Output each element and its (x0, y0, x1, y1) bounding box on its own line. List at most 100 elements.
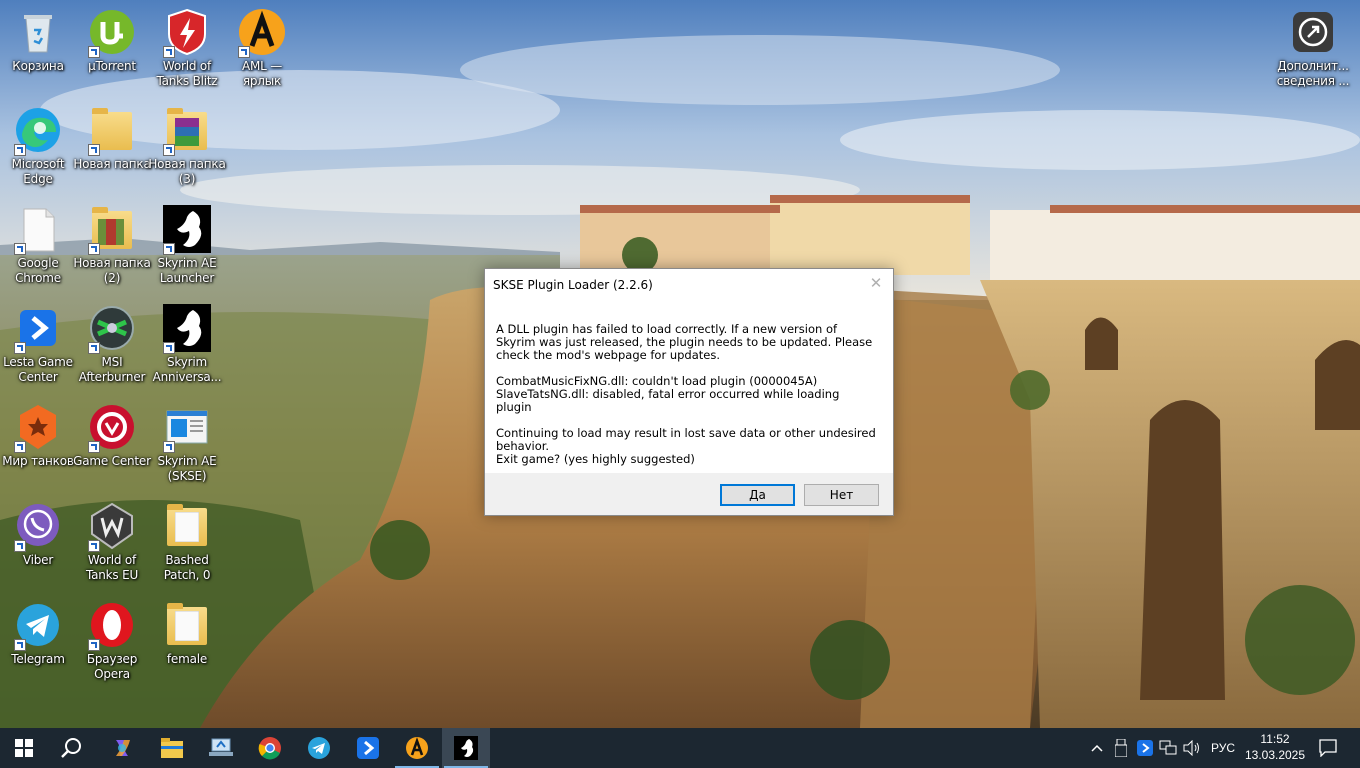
desktop-icon-aml[interactable]: AML — ярлык (224, 2, 300, 94)
desktop-icon-google-chrome[interactable]: Google Chrome (0, 199, 76, 291)
dialog-error-line: SlaveTatsNG.dll: disabled, fatal error o… (496, 387, 840, 414)
desktop-icon-bashed-patch[interactable]: Bashed Patch, 0 (149, 496, 225, 588)
desktop-icon-new-folder-2[interactable]: Новая папка (2) (73, 199, 151, 291)
desktop-icon-viber[interactable]: Viber (0, 496, 76, 588)
desktop-icon-wot-blitz[interactable]: World of Tanks Blitz (149, 2, 225, 94)
desktop-icon-additional-info[interactable]: Дополнит... сведения ... (1274, 2, 1352, 94)
chevron-up-icon (1091, 744, 1103, 752)
msi-afterburner-icon (88, 304, 136, 354)
archive-folder-icon (163, 106, 211, 156)
desktop-icon-utorrent[interactable]: µTorrent (74, 2, 150, 94)
shortcut-arrow-icon (163, 243, 175, 255)
shortcut-arrow-icon (88, 441, 100, 453)
show-hidden-icons-button[interactable] (1086, 728, 1108, 768)
desktop-icon-label: AML — ярлык (241, 59, 283, 88)
network-icon (1159, 740, 1177, 755)
taskbar-remote-desktop[interactable] (197, 728, 245, 768)
recycle-bin-icon (14, 8, 62, 56)
utorrent-icon (88, 8, 136, 58)
desktop: Корзина Microsoft Edge Google Chrome Les… (0, 0, 1360, 728)
usb-device-icon (1115, 739, 1127, 757)
dialog-error-list: CombatMusicFixNG.dll: couldn't load plug… (496, 375, 876, 414)
shortcut-arrow-icon (88, 144, 100, 156)
desktop-icon-telegram[interactable]: Telegram (0, 595, 76, 687)
taskbar-file-explorer[interactable] (148, 728, 196, 768)
desktop-icon-edge[interactable]: Microsoft Edge (0, 100, 76, 192)
desktop-icon-label: Мир танков (2, 454, 74, 468)
folder-icon (88, 106, 136, 156)
world-of-tanks-icon (88, 502, 136, 552)
start-icon (15, 739, 33, 757)
taskbar-copilot[interactable] (98, 728, 146, 768)
desktop-icon-label: Google Chrome (15, 256, 61, 285)
shortcut-arrow-icon (163, 342, 175, 354)
taskbar-skyrim[interactable] (442, 728, 490, 768)
desktop-icon-mir-tankov[interactable]: Мир танков (0, 397, 76, 489)
desktop-icon-label: Дополнит... сведения ... (1276, 59, 1350, 88)
shortcut-arrow-icon (163, 441, 175, 453)
shortcut-arrow-icon (88, 639, 100, 651)
shortcut-arrow-icon (14, 441, 26, 453)
desktop-icon-label: Новая папка (73, 157, 151, 171)
copilot-icon (116, 740, 130, 756)
taskbar-aml[interactable] (393, 728, 441, 768)
tray-lesta[interactable] (1134, 728, 1156, 768)
desktop-icon-female[interactable]: female (149, 595, 225, 687)
desktop-icon-skyrim-ae-skse[interactable]: Skyrim AE (SKSE) (149, 397, 225, 489)
clock-time: 11:52 (1260, 732, 1290, 746)
taskbar-lesta[interactable] (344, 728, 392, 768)
tray-language[interactable]: РУС (1206, 728, 1240, 768)
taskbar-telegram[interactable] (295, 728, 343, 768)
shortcut-arrow-icon (14, 243, 26, 255)
desktop-icon-label: World of Tanks Blitz (156, 59, 218, 88)
desktop-icon-label: female (166, 652, 208, 666)
notifications-button[interactable] (1314, 728, 1342, 768)
desktop-icon-label: Skyrim Anniversa... (152, 355, 222, 384)
skyrim-icon (163, 205, 211, 255)
dialog-warning: Continuing to load may result in lost sa… (496, 427, 876, 466)
tray-volume[interactable] (1180, 728, 1204, 768)
desktop-icon-skyrim-anniversary[interactable]: Skyrim Anniversa... (149, 298, 225, 390)
close-icon[interactable]: ✕ (865, 273, 887, 295)
blank-document-icon (14, 205, 62, 255)
folder-icon (163, 502, 211, 550)
start-button[interactable] (0, 728, 48, 768)
volume-icon (1183, 740, 1199, 756)
shortcut-arrow-icon (14, 540, 26, 552)
desktop-icon-world-of-tanks-eu[interactable]: World of Tanks EU (74, 496, 150, 588)
search-button[interactable] (48, 728, 96, 768)
desktop-icon-msi-afterburner[interactable]: MSI Afterburner (74, 298, 150, 390)
tray-usb[interactable] (1110, 728, 1132, 768)
dialog-title: SKSE Plugin Loader (2.2.6) (493, 278, 653, 292)
desktop-icon-opera[interactable]: Браузер Opera (74, 595, 150, 687)
desktop-icon-label: Skyrim AE Launcher (157, 256, 217, 285)
telegram-icon (308, 737, 330, 759)
desktop-icon-lesta-game-center[interactable]: Lesta Game Center (0, 298, 76, 390)
taskbar: РУС 11:52 13.03.2025 (0, 728, 1360, 768)
desktop-icon-label: Bashed Patch, 0 (163, 553, 211, 582)
desktop-icon-game-center[interactable]: Game Center (73, 397, 151, 489)
desktop-icon-new-folder[interactable]: Новая папка (73, 100, 151, 192)
desktop-icon-label: Skyrim AE (SKSE) (157, 454, 217, 483)
clock-date: 13.03.2025 (1244, 748, 1306, 762)
chrome-icon (258, 737, 281, 760)
desktop-icon-label: µTorrent (88, 59, 136, 73)
folder-icon (163, 601, 211, 649)
no-button[interactable]: Нет (804, 484, 879, 506)
desktop-icon-label: Корзина (12, 59, 64, 73)
shortcut-arrow-icon (14, 639, 26, 651)
desktop-icon-label: Viber (22, 553, 54, 567)
dialog-warning-text: Continuing to load may result in lost sa… (496, 426, 876, 453)
desktop-icon-recycle-bin[interactable]: Корзина (0, 2, 76, 94)
desktop-icon-new-folder-3[interactable]: Новая папка (3) (148, 100, 226, 192)
wot-blitz-icon (163, 8, 211, 58)
tray-clock[interactable]: 11:52 13.03.2025 (1240, 731, 1310, 763)
desktop-icon-skyrim-ae-launcher[interactable]: Skyrim AE Launcher (149, 199, 225, 291)
shortcut-arrow-icon (88, 243, 100, 255)
desktop-icon-label: Game Center (73, 454, 151, 468)
taskbar-chrome[interactable] (246, 728, 294, 768)
shortcut-arrow-icon (88, 46, 100, 58)
skse-error-dialog: SKSE Plugin Loader (2.2.6) ✕ A DLL plugi… (484, 268, 894, 516)
yes-button[interactable]: Да (720, 484, 795, 506)
tray-network[interactable] (1156, 728, 1180, 768)
